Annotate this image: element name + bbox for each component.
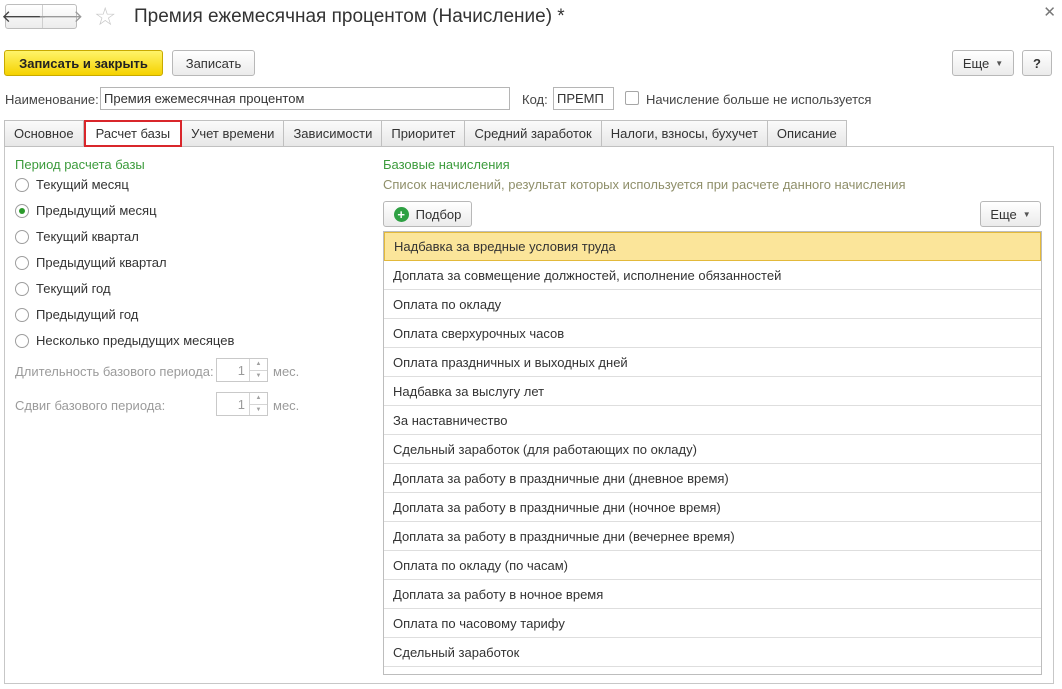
shift-label: Сдвиг базового периода: <box>15 398 166 413</box>
tab-taxes[interactable]: Налоги, взносы, бухучет <box>601 120 768 147</box>
pick-label: Подбор <box>415 206 462 222</box>
tab-bar: Основное Расчет базы Учет времени Зависи… <box>4 120 847 147</box>
list-item[interactable]: Сдельный заработок <box>384 638 1041 667</box>
stepper-arrows: ▲ ▼ <box>249 359 267 381</box>
radio-button[interactable] <box>15 333 29 348</box>
tab-base-calculation[interactable]: Расчет базы <box>83 120 183 147</box>
stepper-down-icon[interactable]: ▼ <box>250 371 267 382</box>
list-item[interactable]: Оплата по часовому тарифу <box>384 609 1041 638</box>
shift-stepper[interactable]: 1 ▲ ▼ <box>216 392 268 416</box>
back-button[interactable]: 🡐 <box>1 5 47 28</box>
save-button[interactable]: Записать <box>172 50 255 76</box>
more-menu-button[interactable]: Еще ▼ <box>952 50 1014 76</box>
list-item[interactable]: Доплата за работу в ночное время <box>384 580 1041 609</box>
list-item[interactable]: Надбавка за вредные условия труда <box>384 232 1041 261</box>
save-and-close-button[interactable]: Записать и закрыть <box>4 50 163 76</box>
list-more-button[interactable]: Еще ▼ <box>980 201 1041 227</box>
help-button[interactable]: ? <box>1022 50 1052 76</box>
radio-label: Предыдущий год <box>36 307 139 322</box>
radio-current-year[interactable]: Текущий год <box>15 281 111 296</box>
base-accruals-subtitle: Список начислений, результат которых исп… <box>383 177 906 192</box>
tab-dependencies[interactable]: Зависимости <box>284 120 383 147</box>
tab-description[interactable]: Описание <box>767 120 847 147</box>
tab-time-tracking[interactable]: Учет времени <box>182 120 285 147</box>
radio-label: Несколько предыдущих месяцев <box>36 333 235 348</box>
radio-button[interactable] <box>15 177 29 192</box>
more-label: Еще <box>962 55 990 71</box>
name-field[interactable]: Премия ежемесячная процентом <box>100 87 510 110</box>
base-accruals-title: Базовые начисления <box>383 157 510 172</box>
stepper-down-icon[interactable]: ▼ <box>250 405 267 416</box>
name-label: Наименование: <box>5 92 99 107</box>
radio-several-months[interactable]: Несколько предыдущих месяцев <box>15 333 234 348</box>
radio-previous-month[interactable]: Предыдущий месяц <box>15 203 157 218</box>
radio-previous-quarter[interactable]: Предыдущий квартал <box>15 255 167 270</box>
radio-button[interactable] <box>15 255 29 270</box>
base-accruals-list[interactable]: Надбавка за вредные условия труда Доплат… <box>383 231 1042 675</box>
list-item[interactable]: Доплата за работу в праздничные дни (дне… <box>384 464 1041 493</box>
duration-label: Длительность базового периода: <box>15 364 214 379</box>
list-item[interactable]: Надбавка за выслугу лет <box>384 377 1041 406</box>
close-icon[interactable]: ✕ <box>1043 3 1056 21</box>
unused-checkbox[interactable] <box>625 91 639 105</box>
forward-button[interactable]: 🡒 <box>38 5 83 28</box>
code-field[interactable]: ПРЕМП <box>553 87 614 110</box>
window-title: Премия ежемесячная процентом (Начисление… <box>134 6 565 27</box>
tab-priority[interactable]: Приоритет <box>382 120 466 147</box>
star-icon[interactable]: ☆ <box>94 4 116 30</box>
list-item[interactable]: За наставничество <box>384 406 1041 435</box>
list-item[interactable]: Оплата праздничных и выходных дней <box>384 348 1041 377</box>
radio-button[interactable] <box>15 229 29 244</box>
list-item[interactable]: Оплата по окладу (по часам) <box>384 551 1041 580</box>
chevron-down-icon: ▼ <box>995 58 1004 68</box>
radio-button[interactable] <box>15 281 29 296</box>
radio-button[interactable] <box>15 307 29 322</box>
tab-main[interactable]: Основное <box>4 120 84 147</box>
radio-label: Предыдущий месяц <box>36 203 157 218</box>
duration-stepper[interactable]: 1 ▲ ▼ <box>216 358 268 382</box>
pick-button[interactable]: + Подбор <box>383 201 472 227</box>
code-label: Код: <box>522 92 548 107</box>
radio-current-month[interactable]: Текущий месяц <box>15 177 129 192</box>
list-item[interactable]: Доплата за совмещение должностей, исполн… <box>384 261 1041 290</box>
more-label: Еще <box>990 206 1017 222</box>
radio-label: Текущий квартал <box>36 229 139 244</box>
radio-label: Текущий год <box>36 281 111 296</box>
stepper-up-icon[interactable]: ▲ <box>250 359 267 371</box>
tab-average-earnings[interactable]: Средний заработок <box>465 120 602 147</box>
unused-checkbox-label: Начисление больше не используется <box>646 92 872 107</box>
chevron-down-icon: ▼ <box>1022 209 1031 219</box>
stepper-up-icon[interactable]: ▲ <box>250 393 267 405</box>
list-item[interactable]: Доплата за работу в праздничные дни (веч… <box>384 522 1041 551</box>
radio-current-quarter[interactable]: Текущий квартал <box>15 229 139 244</box>
period-group-title: Период расчета базы <box>15 157 145 172</box>
list-item[interactable]: Сдельный заработок (для работающих по ок… <box>384 435 1041 464</box>
list-item[interactable]: Оплата сверхурочных часов <box>384 319 1041 348</box>
duration-value: 1 <box>237 363 245 378</box>
duration-unit: мес. <box>273 364 300 379</box>
arrow-right-icon: 🡒 <box>37 6 84 26</box>
radio-label: Предыдущий квартал <box>36 255 167 270</box>
stepper-arrows: ▲ ▼ <box>249 393 267 415</box>
list-item[interactable]: Доплата за работу в праздничные дни (ноч… <box>384 493 1041 522</box>
plus-icon: + <box>393 206 409 222</box>
radio-button-checked[interactable] <box>15 203 29 218</box>
history-nav: 🡐 🡒 <box>1 4 83 29</box>
list-item[interactable]: Оплата по окладу <box>384 290 1041 319</box>
radio-label: Текущий месяц <box>36 177 129 192</box>
shift-unit: мес. <box>273 398 300 413</box>
radio-previous-year[interactable]: Предыдущий год <box>15 307 138 322</box>
shift-value: 1 <box>237 397 245 412</box>
